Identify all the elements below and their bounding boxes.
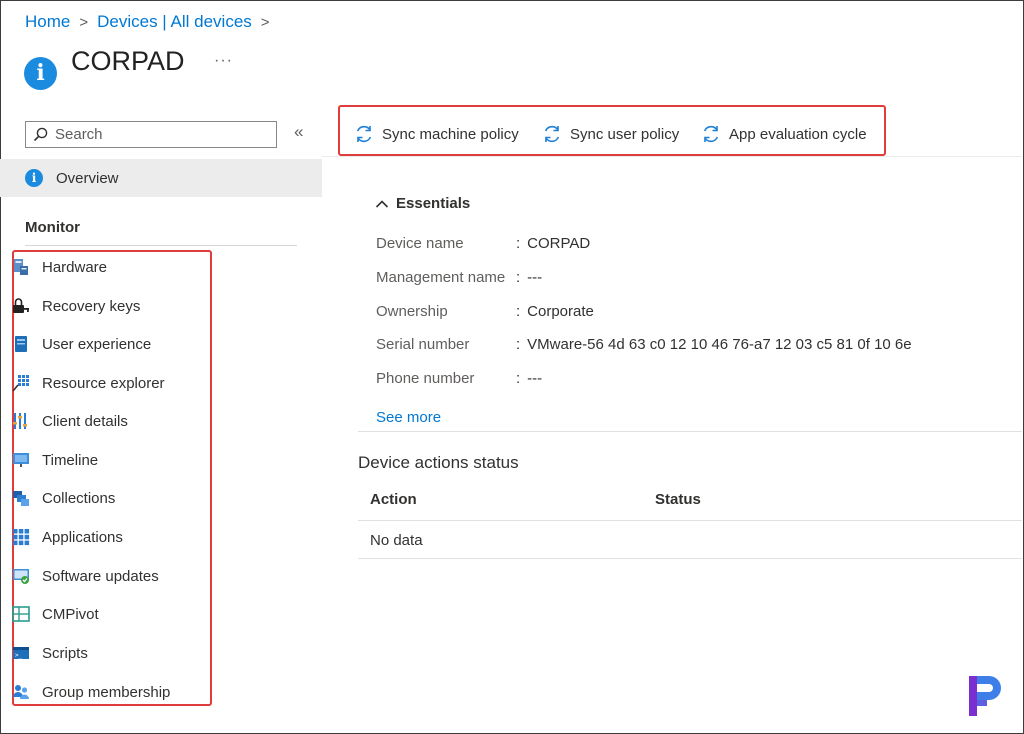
resource-explorer-icon: [12, 374, 30, 392]
chevron-up-icon: [375, 199, 389, 208]
property-label: Phone number: [376, 370, 475, 387]
sidebar-item-user-experience[interactable]: User experience: [12, 329, 151, 359]
sidebar-item-label: Resource explorer: [42, 374, 165, 392]
sync-icon: [544, 125, 560, 143]
sidebar-item-label: Overview: [56, 169, 119, 187]
sidebar-item-collections[interactable]: Collections: [12, 483, 115, 513]
column-header-status[interactable]: Status: [655, 491, 701, 508]
sidebar-item-label: Recovery keys: [42, 297, 141, 315]
breadcrumb: Home > Devices | All devices >: [25, 12, 279, 32]
sidebar-item-label: Applications: [42, 528, 123, 546]
user-experience-icon: [12, 335, 30, 353]
divider: [25, 245, 297, 246]
essentials-toggle[interactable]: Essentials: [375, 195, 470, 212]
sidebar-item-group-membership[interactable]: Group membership: [12, 677, 170, 707]
app-evaluation-cycle-label: App evaluation cycle: [729, 125, 867, 143]
sidebar-item-label: Timeline: [42, 451, 99, 469]
sidebar-item-timeline[interactable]: Timeline: [12, 445, 98, 475]
sidebar-item-client-details[interactable]: Client details: [12, 406, 128, 436]
client-details-icon: [12, 412, 30, 430]
collapse-sidebar-button[interactable]: «: [294, 122, 303, 142]
breadcrumb-separator: >: [260, 13, 270, 31]
brand-logo: [969, 676, 1001, 716]
applications-icon: [12, 528, 30, 546]
info-icon: i: [25, 169, 43, 187]
sync-icon: [356, 125, 372, 143]
property-value: : ---: [516, 370, 543, 387]
property-value: : Corporate: [516, 303, 594, 320]
table-row-divider: [358, 558, 1022, 559]
empty-state-text: No data: [370, 532, 423, 549]
hardware-icon: [12, 258, 30, 276]
device-name-value: CORPAD: [527, 235, 591, 252]
sidebar-item-label: Hardware: [42, 258, 108, 276]
page-title: CORPAD: [71, 46, 185, 76]
sync-machine-policy-button[interactable]: Sync machine policy: [354, 124, 519, 144]
management-name-value: ---: [527, 269, 543, 286]
property-value: : CORPAD: [516, 235, 591, 252]
property-label: Device name: [376, 235, 464, 252]
phone-number-value: ---: [527, 370, 543, 387]
ownership-value: Corporate: [527, 303, 594, 320]
table-header-divider: [358, 520, 1022, 521]
sidebar-item-cmpivot[interactable]: CMPivot: [12, 599, 99, 629]
sidebar-item-hardware[interactable]: Hardware: [12, 252, 107, 282]
sidebar-item-label: Software updates: [42, 567, 159, 585]
sync-icon: [703, 125, 719, 143]
sidebar-search: [25, 121, 277, 148]
sidebar-item-overview[interactable]: i Overview: [0, 159, 322, 197]
breadcrumb-devices[interactable]: Devices | All devices: [97, 12, 252, 32]
info-icon: i: [24, 57, 57, 90]
key-icon: [12, 297, 30, 315]
more-options-button[interactable]: ···: [214, 52, 233, 70]
search-input[interactable]: [53, 125, 257, 144]
sidebar-item-label: Group membership: [42, 683, 171, 701]
sidebar-item-label: Client details: [42, 412, 128, 430]
essentials-label: Essentials: [396, 195, 471, 212]
svg-text:>_: >_: [15, 652, 23, 659]
breadcrumb-home[interactable]: Home: [25, 12, 70, 32]
serial-number-value: VMware-56 4d 63 c0 12 10 46 76-a7 12 03 …: [527, 336, 912, 353]
property-value: : VMware-56 4d 63 c0 12 10 46 76-a7 12 03…: [516, 336, 912, 353]
section-label-monitor: Monitor: [25, 219, 80, 236]
breadcrumb-separator: >: [79, 13, 89, 31]
sidebar-item-applications[interactable]: Applications: [12, 522, 123, 552]
app-evaluation-cycle-button[interactable]: App evaluation cycle: [701, 124, 867, 144]
sync-user-policy-label: Sync user policy: [570, 125, 680, 143]
sidebar-item-software-updates[interactable]: Software updates: [12, 561, 159, 591]
see-more-link[interactable]: See more: [376, 409, 441, 426]
sidebar-item-label: Scripts: [42, 644, 88, 662]
cmpivot-icon: [12, 605, 30, 623]
sidebar-item-label: Collections: [42, 489, 116, 507]
sidebar-item-label: User experience: [42, 335, 152, 353]
property-label: Ownership: [376, 303, 448, 320]
timeline-icon: [12, 451, 30, 469]
sidebar-item-scripts[interactable]: >_ Scripts: [12, 638, 88, 668]
software-updates-icon: [12, 567, 30, 585]
sidebar-item-resource-explorer[interactable]: Resource explorer: [12, 368, 165, 398]
search-icon: [33, 127, 48, 142]
group-membership-icon: [12, 683, 30, 701]
sync-user-policy-button[interactable]: Sync user policy: [542, 124, 679, 144]
device-actions-title: Device actions status: [358, 453, 519, 472]
scripts-icon: >_: [12, 644, 30, 662]
property-label: Serial number: [376, 336, 470, 353]
sync-machine-policy-label: Sync machine policy: [382, 125, 519, 143]
property-value: : ---: [516, 269, 543, 286]
sidebar-item-recovery-keys[interactable]: Recovery keys: [12, 291, 140, 321]
column-header-action[interactable]: Action: [370, 491, 417, 508]
collections-icon: [12, 489, 30, 507]
divider: [322, 156, 1022, 157]
divider: [358, 431, 1022, 432]
sidebar-item-label: CMPivot: [42, 605, 99, 623]
property-label: Management name: [376, 269, 506, 286]
